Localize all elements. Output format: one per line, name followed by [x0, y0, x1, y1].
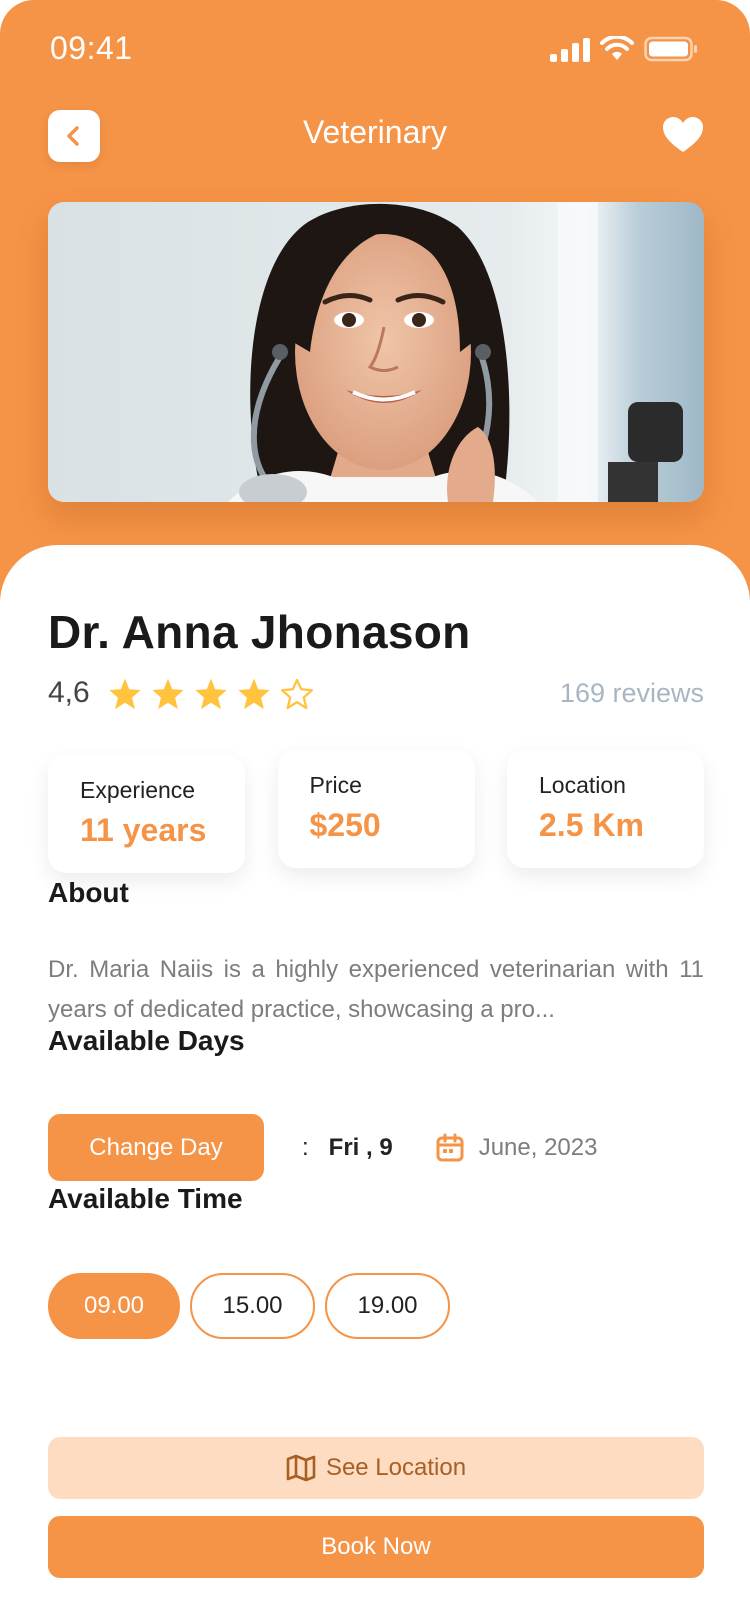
app-screen: 09:41 Veterinary Dr. Anna Jhonason 4,6 1… [0, 0, 750, 1624]
time-slot-0900[interactable]: 09.00 [48, 1273, 180, 1339]
stat-card-location: Location 2.5 Km [507, 750, 704, 868]
selected-month: June, 2023 [478, 1133, 598, 1161]
stat-card-price: Price $250 [277, 750, 475, 868]
back-button[interactable] [48, 110, 100, 162]
star-filled-icon [195, 678, 227, 709]
heart-icon [663, 117, 703, 152]
time-slots: 09.00 15.00 19.00 [48, 1273, 450, 1339]
about-text: Dr. Maria Naiis is a highly experienced … [48, 956, 704, 1023]
change-day-button[interactable]: Change Day [48, 1114, 264, 1181]
battery-icon [644, 36, 697, 62]
time-slot-1500[interactable]: 15.00 [190, 1273, 315, 1339]
stats-row: Experience 11 years Price $250 Location … [48, 750, 704, 873]
doctor-name: Dr. Anna Jhonason [48, 606, 471, 658]
doctor-details-card: Dr. Anna Jhonason 4,6 169 reviews Experi… [0, 545, 750, 1624]
see-location-button[interactable]: See Location [48, 1437, 704, 1499]
see-location-label: See Location [325, 1454, 467, 1481]
doctor-photo [48, 202, 704, 502]
available-days-row: Change Day : Fri , 9 June, 2023 [48, 1114, 704, 1181]
stat-value: $250 [309, 807, 381, 843]
book-now-button[interactable]: Book Now [48, 1516, 704, 1578]
available-time-title: Available Time [48, 1183, 243, 1214]
reviews-count: 169 reviews [559, 677, 704, 708]
stat-label: Experience [80, 777, 196, 803]
map-icon [286, 1454, 316, 1482]
rating-stars [108, 677, 314, 710]
doctor-portrait-image [48, 202, 704, 502]
star-outline-icon [280, 678, 313, 709]
stat-label: Price [309, 772, 362, 798]
favorite-button[interactable] [660, 112, 706, 158]
rating-row: 4,6 169 reviews [48, 671, 704, 715]
chevron-left-icon [67, 126, 79, 146]
time-slot-1900[interactable]: 19.00 [325, 1273, 450, 1339]
status-icons [550, 36, 698, 62]
stat-label: Location [539, 772, 626, 798]
star-filled-icon [152, 678, 184, 709]
about-title: About [48, 877, 129, 908]
selected-day: Fri , 9 [328, 1133, 393, 1161]
stat-value: 2.5 Km [539, 807, 644, 843]
star-filled-icon [238, 678, 270, 709]
wifi-icon [600, 36, 634, 60]
stat-value: 11 years [80, 812, 207, 848]
status-time: 09:41 [50, 30, 133, 66]
star-filled-icon [109, 678, 141, 709]
day-separator: : [302, 1133, 309, 1161]
calendar-icon[interactable] [435, 1133, 465, 1163]
available-days-title: Available Days [48, 1025, 245, 1056]
rating-value: 4,6 [48, 676, 90, 709]
stat-card-experience: Experience 11 years [48, 755, 245, 873]
signal-icon [550, 36, 590, 62]
